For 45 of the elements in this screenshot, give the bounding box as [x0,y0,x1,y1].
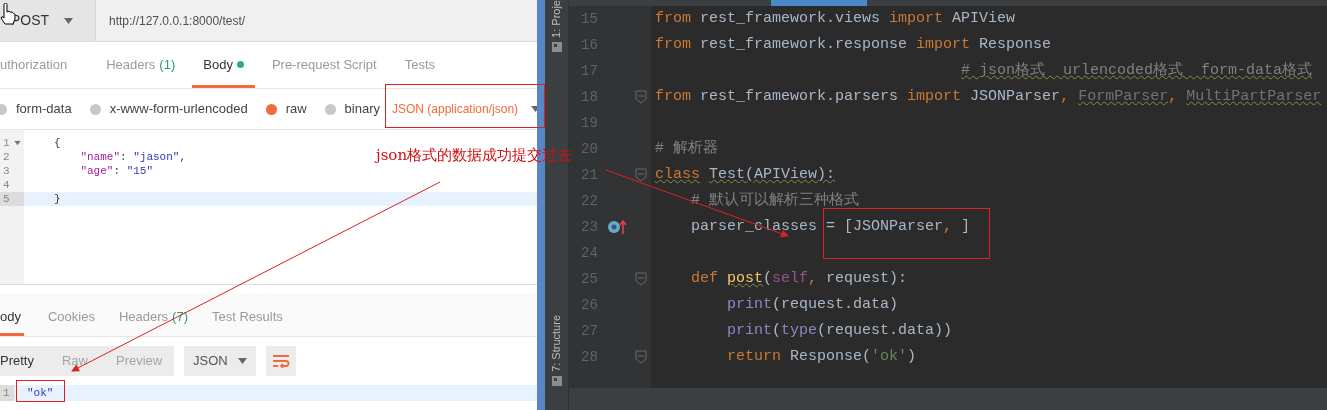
line-number: 1 [3,136,10,150]
wrap-lines-icon [272,354,290,368]
caret-icon [64,17,73,24]
fold-icon[interactable] [635,272,647,286]
code-line: # json格式 urlencoded格式 form-data格式 [960,60,1313,81]
body-type-radio[interactable]: form-data [0,99,72,119]
line-number: 3 [3,164,10,178]
code-line: from rest_framework.response import Response [655,34,1052,55]
code-line: return Response('ok') [726,346,917,367]
code-line: "name": "jason", [79,151,187,163]
panel-icon [551,41,562,52]
view-mode-button[interactable]: Pretty [0,346,48,376]
code-line: from rest_framework.views import APIView [655,8,1016,29]
code-line: "ok" [27,386,54,401]
response-tab[interactable]: ody [0,300,24,336]
line-number: 4 [3,178,10,192]
caret-icon [238,358,247,364]
line-number: 5 [3,192,10,206]
fold-icon[interactable] [635,168,647,182]
content-type-dropdown[interactable]: JSON (application/json) [382,88,537,130]
url-field[interactable]: http://127.0.0.1:8000/test/ [96,0,537,41]
code-line: class Test(APIView): [655,164,836,185]
code-line: from rest_framework.parsers import JSONParser, FormParser, MultiPartParser [655,86,1322,107]
wrap-button[interactable] [266,346,296,376]
code-line: print(type(request.data)) [726,320,953,341]
annotation-frame [16,380,65,402]
fold-icon[interactable] [635,90,647,104]
fold-icon[interactable] [635,350,647,364]
line-number: 1 [3,387,10,399]
body-type-radio[interactable]: raw [265,99,307,119]
tool-window-tab[interactable]: 1: Proje [548,0,565,38]
line-number: 2 [3,150,10,164]
body-type-radio[interactable]: x-www-form-urlencoded [89,99,248,119]
code-line: "age": "15" [79,165,154,177]
code-line: } [54,193,61,205]
body-type-radio[interactable]: binary [324,99,380,119]
code-line: # 解析器 [655,138,718,159]
panel-icon [551,376,562,386]
request-tab[interactable]: Body [192,44,255,88]
code-line: print(request.data) [726,294,899,315]
format-dropdown[interactable]: JSON [184,346,256,376]
request-tab[interactable]: Headers (1) [95,44,187,88]
tool-window-tab[interactable]: 7: Structure [548,315,565,372]
code-line: { [54,137,61,149]
code-line: def post(self, request): [690,268,908,289]
